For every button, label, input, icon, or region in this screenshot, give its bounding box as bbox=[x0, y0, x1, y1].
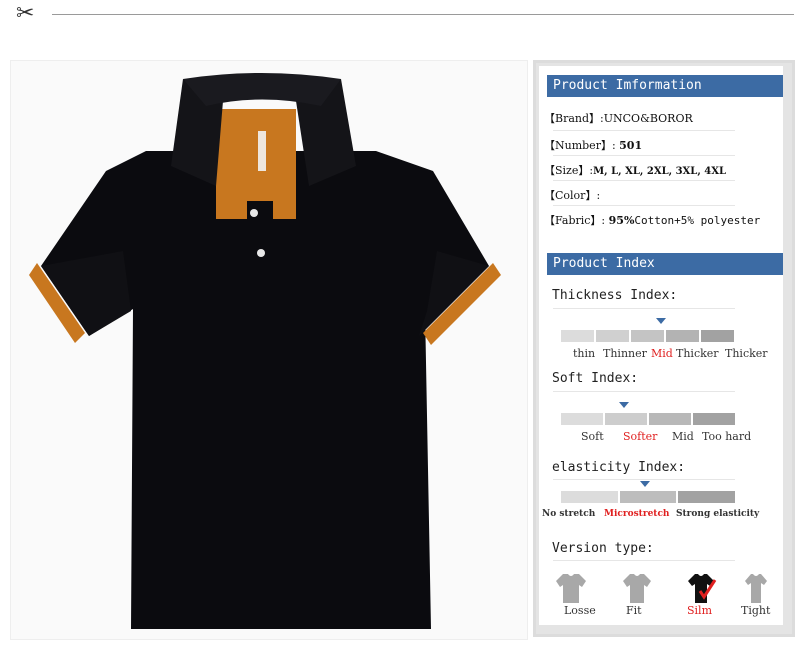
scissors-icon: ✂ bbox=[16, 1, 35, 26]
polo-shirt-image bbox=[29, 73, 501, 629]
color-label: 【Color】: bbox=[544, 189, 601, 202]
slim-shirt-icon bbox=[688, 574, 717, 603]
thickness-marker bbox=[656, 318, 666, 324]
divider bbox=[553, 205, 735, 206]
product-photo bbox=[10, 60, 528, 640]
soft-option: Soft bbox=[581, 430, 604, 443]
divider bbox=[553, 308, 735, 309]
fit-shirt-icon bbox=[623, 574, 651, 603]
soft-scale-cell bbox=[649, 413, 691, 425]
soft-option: Too hard bbox=[702, 430, 752, 443]
elasticity-scale-cell bbox=[678, 491, 735, 503]
fabric-value: Cotton+5% polyester bbox=[634, 214, 761, 227]
soft-index-title: Soft Index: bbox=[552, 371, 639, 386]
thickness-option-selected: Mid bbox=[651, 347, 673, 360]
elasticity-scale-cell bbox=[620, 491, 676, 503]
divider bbox=[553, 130, 735, 131]
elasticity-index-title: elasticity Index: bbox=[552, 460, 686, 475]
thickness-scale-cell bbox=[561, 330, 594, 342]
number-label: 【Number】: bbox=[544, 139, 616, 152]
thickness-option: thin bbox=[573, 347, 596, 360]
panel-content: Product Imformation 【Brand】:UNCO&BOROR 【… bbox=[539, 66, 783, 625]
soft-scale-cell bbox=[561, 413, 603, 425]
thickness-index-title: Thickness Index: bbox=[552, 288, 678, 303]
fabric-value-percent: 95% bbox=[608, 214, 635, 227]
size-row: 【Size】:M, L, XL, 2XL, 3XL, 4XL bbox=[544, 162, 726, 178]
number-row: 【Number】: 501 bbox=[544, 137, 642, 153]
thickness-scale-cell bbox=[701, 330, 734, 342]
thickness-option: Thinner bbox=[603, 347, 647, 360]
color-row: 【Color】: bbox=[544, 187, 600, 203]
divider bbox=[553, 391, 735, 392]
elasticity-marker bbox=[640, 481, 650, 487]
top-divider bbox=[52, 14, 794, 15]
thickness-option: Thicker bbox=[676, 347, 719, 360]
thickness-option: Thicker bbox=[725, 347, 768, 360]
fabric-row: 【Fabric】: 95%Cotton+5% polyester bbox=[544, 212, 760, 228]
fabric-label: 【Fabric】: bbox=[544, 214, 606, 227]
soft-scale-cell bbox=[693, 413, 735, 425]
tight-shirt-icon bbox=[745, 574, 767, 603]
thickness-scale-cell bbox=[596, 330, 629, 342]
divider bbox=[553, 479, 735, 480]
elasticity-option: No stretch bbox=[542, 509, 596, 519]
version-option: Tight bbox=[741, 604, 771, 617]
version-option-selected: Silm bbox=[687, 604, 713, 617]
version-option: Fit bbox=[626, 604, 642, 617]
brand-label: 【Brand】: bbox=[544, 112, 604, 125]
size-value: M, L, XL, 2XL, 3XL, 4XL bbox=[593, 166, 727, 177]
brand-value: UNCO&BOROR bbox=[603, 112, 693, 125]
product-index-header: Product Index bbox=[547, 253, 783, 275]
elasticity-option-selected: Microstretch bbox=[604, 509, 670, 519]
soft-scale-cell bbox=[605, 413, 647, 425]
soft-option: Mid bbox=[672, 430, 694, 443]
size-label: 【Size】: bbox=[544, 164, 594, 177]
thickness-scale-cell bbox=[666, 330, 699, 342]
brand-row: 【Brand】:UNCO&BOROR bbox=[544, 110, 693, 126]
product-information-header: Product Imformation bbox=[547, 75, 783, 97]
elasticity-scale-cell bbox=[561, 491, 618, 503]
divider bbox=[553, 560, 735, 561]
soft-option-selected: Softer bbox=[623, 430, 658, 443]
version-type-title: Version type: bbox=[552, 541, 654, 556]
divider bbox=[553, 155, 735, 156]
number-value: 501 bbox=[619, 139, 643, 152]
divider bbox=[553, 180, 735, 181]
thickness-scale-cell bbox=[631, 330, 664, 342]
version-option: Losse bbox=[564, 604, 596, 617]
loose-shirt-icon bbox=[556, 574, 586, 603]
product-info-panel: Product Imformation 【Brand】:UNCO&BOROR 【… bbox=[533, 60, 795, 637]
soft-marker bbox=[619, 402, 629, 408]
elasticity-option: Strong elasticity bbox=[676, 509, 760, 519]
